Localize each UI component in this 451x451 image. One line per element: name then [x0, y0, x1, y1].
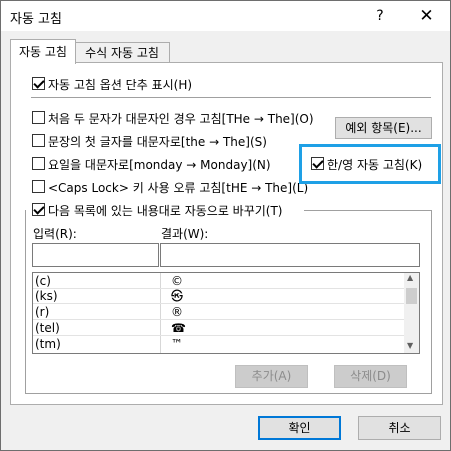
list-item-result: ㉿: [171, 289, 184, 303]
capitalize-days-label: 요일을 대문자로[monday → Monday](N): [48, 158, 271, 172]
row-divider: [33, 335, 404, 336]
column-divider: [160, 273, 161, 353]
capitalize-days-checkbox[interactable]: [32, 157, 45, 170]
tab-panel: 자동 고침 옵션 단추 표시(H) 처음 두 문자가 대문자인 경우 고침[TH…: [10, 62, 443, 405]
cancel-button[interactable]: 취소: [358, 416, 441, 440]
list-item-input: (tm): [35, 337, 61, 351]
group-border-right: [431, 210, 432, 393]
capitalize-first-letter-label: 문장의 첫 글자를 대문자로[the → The](S): [48, 135, 267, 149]
exceptions-button[interactable]: 예외 항목(E)...: [335, 117, 432, 139]
help-button[interactable]: ?: [357, 1, 403, 31]
with-label: 결과(W):: [161, 227, 209, 241]
replacement-list[interactable]: (c) © (ks) ㉿ (r) ® (tel) ☎ (tm) ™ ▲ ▼: [32, 272, 420, 354]
row-divider: [33, 288, 404, 289]
list-item-result: ☎: [171, 321, 186, 335]
list-item-input: (c): [35, 274, 51, 288]
list-item-result: ©: [171, 274, 183, 288]
list-item-result: ™: [171, 337, 183, 351]
ok-button[interactable]: 확인: [258, 416, 341, 440]
replace-label: 입력(R):: [33, 227, 77, 241]
two-initial-caps-label: 처음 두 문자가 대문자인 경우 고침[THe → The](O): [48, 112, 314, 126]
list-scrollbar[interactable]: ▲ ▼: [404, 273, 419, 353]
dialog-title: 자동 고침: [10, 12, 62, 27]
scroll-down-icon[interactable]: ▼: [407, 341, 413, 350]
delete-button[interactable]: 삭제(D): [334, 365, 407, 388]
divider: [31, 97, 431, 98]
show-options-checkbox[interactable]: [32, 77, 45, 90]
hangul-english-label: 한/영 자동 고침(K): [327, 158, 423, 172]
tab-autocorrect[interactable]: 자동 고침: [10, 39, 76, 64]
replace-as-type-label: 다음 목록에 있는 내용대로 자동으로 바꾸기(T): [48, 204, 283, 218]
group-border-top: [304, 210, 432, 211]
show-options-label: 자동 고침 옵션 단추 표시(H): [48, 78, 193, 92]
close-button[interactable]: ✕: [403, 1, 450, 31]
group-border-left: [25, 210, 26, 393]
capitalize-first-letter-checkbox[interactable]: [32, 134, 45, 147]
autocorrect-dialog: 자동 고침 ? ✕ 자동 고침 수식 자동 고침 자동 고침 옵션 단추 표시(…: [0, 0, 451, 451]
tab-math-autocorrect[interactable]: 수식 자동 고침: [74, 42, 170, 63]
list-item-result: ®: [171, 305, 183, 319]
two-initial-caps-checkbox[interactable]: [32, 111, 45, 124]
list-item-input: (ks): [35, 289, 58, 303]
list-item-input: (r): [35, 305, 50, 319]
row-divider: [33, 319, 404, 320]
add-button[interactable]: 추가(A): [235, 365, 308, 388]
replace-input[interactable]: [32, 243, 159, 267]
group-border-bottom: [25, 393, 432, 394]
hangul-english-checkbox[interactable]: [311, 157, 324, 170]
row-divider: [33, 303, 404, 304]
caps-lock-label: <Caps Lock> 키 사용 오류 고침[tHE → The](L): [48, 181, 309, 195]
with-input[interactable]: [160, 243, 420, 267]
scroll-up-icon[interactable]: ▲: [407, 273, 413, 282]
replace-as-type-checkbox[interactable]: [32, 203, 45, 216]
scrollbar-thumb[interactable]: [406, 288, 417, 304]
caps-lock-checkbox[interactable]: [32, 180, 45, 193]
title-bar: 자동 고침 ? ✕: [1, 1, 450, 31]
list-item-input: (tel): [35, 321, 60, 335]
